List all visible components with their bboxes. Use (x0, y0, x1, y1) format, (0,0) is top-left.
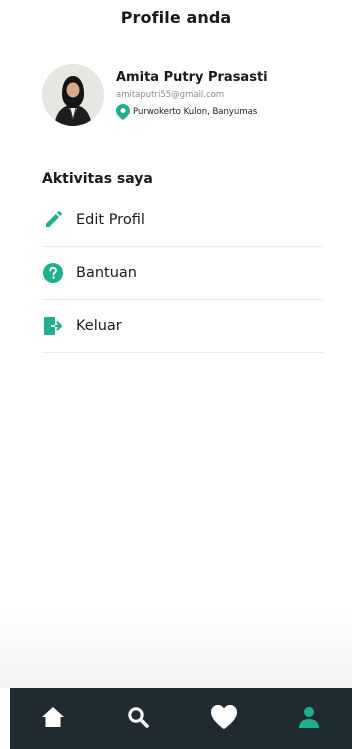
menu-item-label: Bantuan (76, 265, 137, 281)
user-icon (297, 705, 321, 733)
bottom-fade (0, 610, 352, 688)
location-pin-icon (116, 104, 130, 120)
help-icon (42, 262, 64, 284)
logout-icon (42, 315, 64, 337)
home-icon (41, 705, 65, 733)
avatar (42, 64, 104, 126)
menu-item-help[interactable]: Bantuan (42, 247, 324, 300)
profile-email: amitaputri55@gmail.com (116, 90, 225, 100)
activity-menu: Edit Profil Bantuan Keluar (42, 194, 324, 353)
nav-home-button[interactable] (33, 699, 73, 739)
profile-location: Purwokerto Kulon, Banyumas (116, 104, 257, 120)
pencil-icon (42, 209, 64, 231)
menu-item-label: Edit Profil (76, 212, 145, 228)
nav-search-button[interactable] (118, 699, 158, 739)
profile-location-text: Purwokerto Kulon, Banyumas (133, 107, 258, 117)
profile-card: Amita Putry Prasasti amitaputri55@gmail.… (42, 64, 322, 128)
bottom-navigation (10, 688, 352, 749)
profile-name: Amita Putry Prasasti (116, 70, 268, 85)
nav-favorites-button[interactable] (204, 699, 244, 739)
menu-item-label: Keluar (76, 318, 122, 334)
search-icon (126, 705, 150, 733)
nav-profile-button[interactable] (289, 699, 329, 739)
menu-item-edit-profile[interactable]: Edit Profil (42, 194, 324, 247)
section-title: Aktivitas saya (42, 171, 153, 187)
page-title: Profile anda (120, 8, 232, 27)
menu-item-logout[interactable]: Keluar (42, 300, 324, 353)
heart-icon (210, 704, 238, 734)
